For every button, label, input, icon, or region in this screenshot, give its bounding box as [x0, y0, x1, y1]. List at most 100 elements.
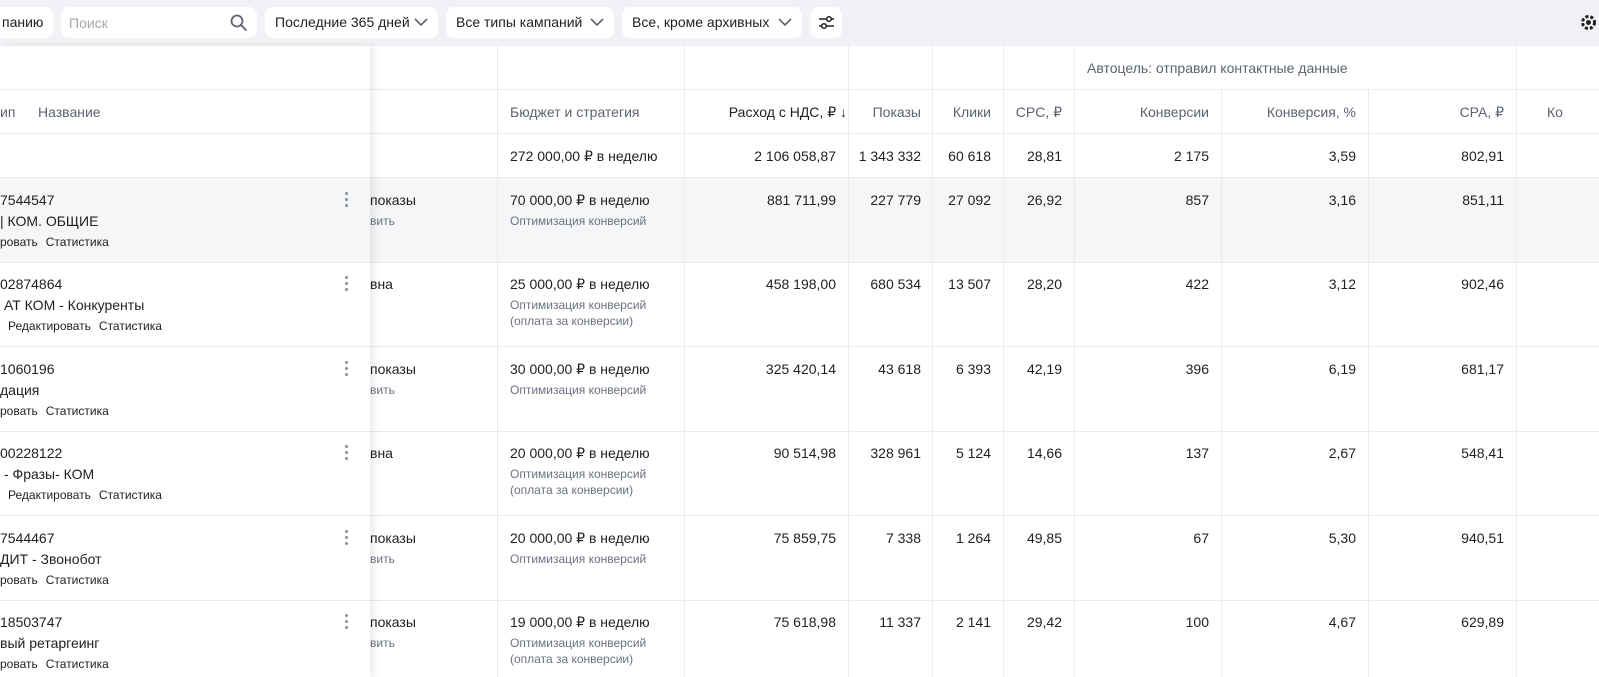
more-vertical-icon[interactable]	[343, 361, 349, 379]
campaign-name-panel: ип Название 7544547 | КОМ. ОБЩИЕ ровать С…	[0, 46, 370, 677]
row-status: вна	[370, 445, 393, 461]
stats-link[interactable]: Статистика	[46, 573, 109, 587]
edit-link[interactable]: ровать	[0, 235, 38, 249]
search-box	[61, 7, 257, 38]
chevron-down-icon	[778, 18, 792, 27]
row-strategy: Оптимизация конверсий	[510, 636, 647, 650]
row-cpc: 28,20	[1026, 276, 1062, 292]
campaign-id: 7544467	[0, 530, 55, 546]
row-conversion-rate: 3,12	[1328, 276, 1356, 292]
row-impressions: 328 961	[870, 445, 921, 461]
edit-link[interactable]: Редактировать	[8, 488, 91, 502]
row-status: показы	[370, 614, 416, 630]
row-budget[interactable]: 20 000,00 ₽ в неделю	[510, 445, 650, 462]
row-cpa: 940,51	[1461, 530, 1504, 546]
period-select[interactable]: Последние 365 дней	[265, 7, 438, 38]
row-cpc: 49,85	[1026, 530, 1062, 546]
row-strategy-payment: (оплата за конверсии)	[510, 314, 634, 328]
row-budget[interactable]: 70 000,00 ₽ в неделю	[510, 192, 650, 209]
campaign-actions: ровать Статистика	[0, 235, 117, 249]
row-budget[interactable]: 25 000,00 ₽ в неделю	[510, 276, 650, 293]
row-conversion-rate: 2,67	[1328, 445, 1356, 461]
col-cost-header[interactable]: Расход с НДС, ₽ ↓	[690, 104, 847, 121]
row-clicks: 13 507	[948, 276, 991, 292]
row-status: показы	[370, 530, 416, 546]
campaign-type-label: Все типы кампаний	[456, 14, 583, 30]
col-more-header[interactable]: Ко	[1547, 104, 1563, 120]
row-clicks: 2 141	[955, 614, 991, 630]
row-budget[interactable]: 19 000,00 ₽ в неделю	[510, 614, 650, 631]
row-status: показы	[370, 192, 416, 208]
row-cpc: 14,66	[1026, 445, 1062, 461]
create-campaign-button[interactable]: панию	[0, 7, 53, 38]
row-conversions: 67	[1193, 530, 1209, 546]
row-conversions: 857	[1185, 192, 1209, 208]
more-vertical-icon[interactable]	[343, 445, 349, 463]
stats-link[interactable]: Статистика	[99, 488, 162, 502]
filter-button[interactable]	[811, 7, 842, 38]
row-cpc: 26,92	[1026, 192, 1062, 208]
col-impressions-header[interactable]: Показы	[852, 104, 921, 120]
row-conversion-rate: 3,16	[1328, 192, 1356, 208]
row-status-action[interactable]: вить	[370, 214, 395, 228]
row-status: вна	[370, 276, 393, 292]
row-status-action[interactable]: вить	[370, 552, 395, 566]
row-cpa: 548,41	[1461, 445, 1504, 461]
more-vertical-icon[interactable]	[343, 530, 349, 548]
row-status-action[interactable]: вить	[370, 383, 395, 397]
edit-link[interactable]: ровать	[0, 657, 38, 671]
col-cpc-header[interactable]: CPC, ₽	[1007, 104, 1062, 121]
row-clicks: 6 393	[955, 361, 991, 377]
campaign-name[interactable]: АТ КОМ - Конкуренты	[4, 297, 144, 313]
gear-icon[interactable]	[1578, 12, 1599, 33]
stats-link[interactable]: Статистика	[46, 657, 109, 671]
total-budget: 272 000,00 ₽ в неделю	[510, 148, 658, 164]
row-cpc: 42,19	[1026, 361, 1062, 377]
more-vertical-icon[interactable]	[343, 192, 349, 210]
row-strategy: Оптимизация конверсий	[510, 214, 647, 228]
col-clicks-header[interactable]: Клики	[936, 104, 991, 120]
campaign-name[interactable]: - Фразы- КОМ	[4, 466, 94, 482]
campaign-id: 18503747	[0, 614, 63, 630]
col-conversions-header[interactable]: Конверсии	[1078, 104, 1209, 120]
row-cost: 458 198,00	[765, 276, 836, 292]
campaign-name[interactable]: вый ретаргеинг	[0, 635, 99, 651]
edit-link[interactable]: ровать	[0, 573, 38, 587]
campaign-type-select[interactable]: Все типы кампаний	[446, 7, 614, 38]
status-select[interactable]: Все, кроме архивных	[622, 7, 802, 38]
row-strategy: Оптимизация конверсий	[510, 298, 647, 312]
stats-link[interactable]: Статистика	[99, 319, 162, 333]
more-vertical-icon[interactable]	[343, 614, 349, 632]
row-impressions: 11 337	[879, 614, 921, 630]
row-clicks: 27 092	[948, 192, 991, 208]
row-strategy-payment: (оплата за конверсии)	[510, 652, 634, 666]
edit-link[interactable]: Редактировать	[8, 319, 91, 333]
search-icon[interactable]	[230, 14, 247, 31]
campaign-actions: Редактировать Статистика	[8, 488, 170, 502]
stats-link[interactable]: Статистика	[46, 404, 109, 418]
row-budget[interactable]: 30 000,00 ₽ в неделю	[510, 361, 650, 378]
row-cpa: 851,11	[1462, 192, 1504, 208]
row-conversions: 422	[1185, 276, 1209, 292]
row-conversions: 100	[1185, 614, 1209, 630]
row-budget[interactable]: 20 000,00 ₽ в неделю	[510, 530, 650, 547]
col-cpa-header[interactable]: CPA, ₽	[1372, 104, 1504, 121]
row-strategy-payment: (оплата за конверсии)	[510, 483, 634, 497]
goal-group-header: Автоцель: отправил контактные данные	[1087, 60, 1348, 76]
col-name-header[interactable]: Название	[38, 104, 101, 120]
campaign-name[interactable]: | КОМ. ОБЩИЕ	[0, 213, 98, 229]
campaign-name[interactable]: ДИТ - Звонобот	[0, 551, 102, 567]
more-vertical-icon[interactable]	[343, 276, 349, 294]
toolbar: панию Последние 365 дней Все типы кампан…	[0, 0, 1599, 46]
col-type-header[interactable]: ип	[0, 104, 15, 120]
row-conversions: 137	[1185, 445, 1209, 461]
row-conversion-rate: 4,67	[1328, 614, 1356, 630]
col-conversion-rate-header[interactable]: Конверсия, %	[1225, 104, 1356, 120]
edit-link[interactable]: ровать	[0, 404, 38, 418]
col-budget-header[interactable]: Бюджет и стратегия	[510, 104, 639, 120]
stats-link[interactable]: Статистика	[46, 235, 109, 249]
search-input[interactable]	[69, 7, 229, 38]
campaign-name[interactable]: дация	[0, 382, 39, 398]
row-status-action[interactable]: вить	[370, 636, 395, 650]
campaign-row: 1060196 дация ровать Статистика	[0, 347, 370, 431]
